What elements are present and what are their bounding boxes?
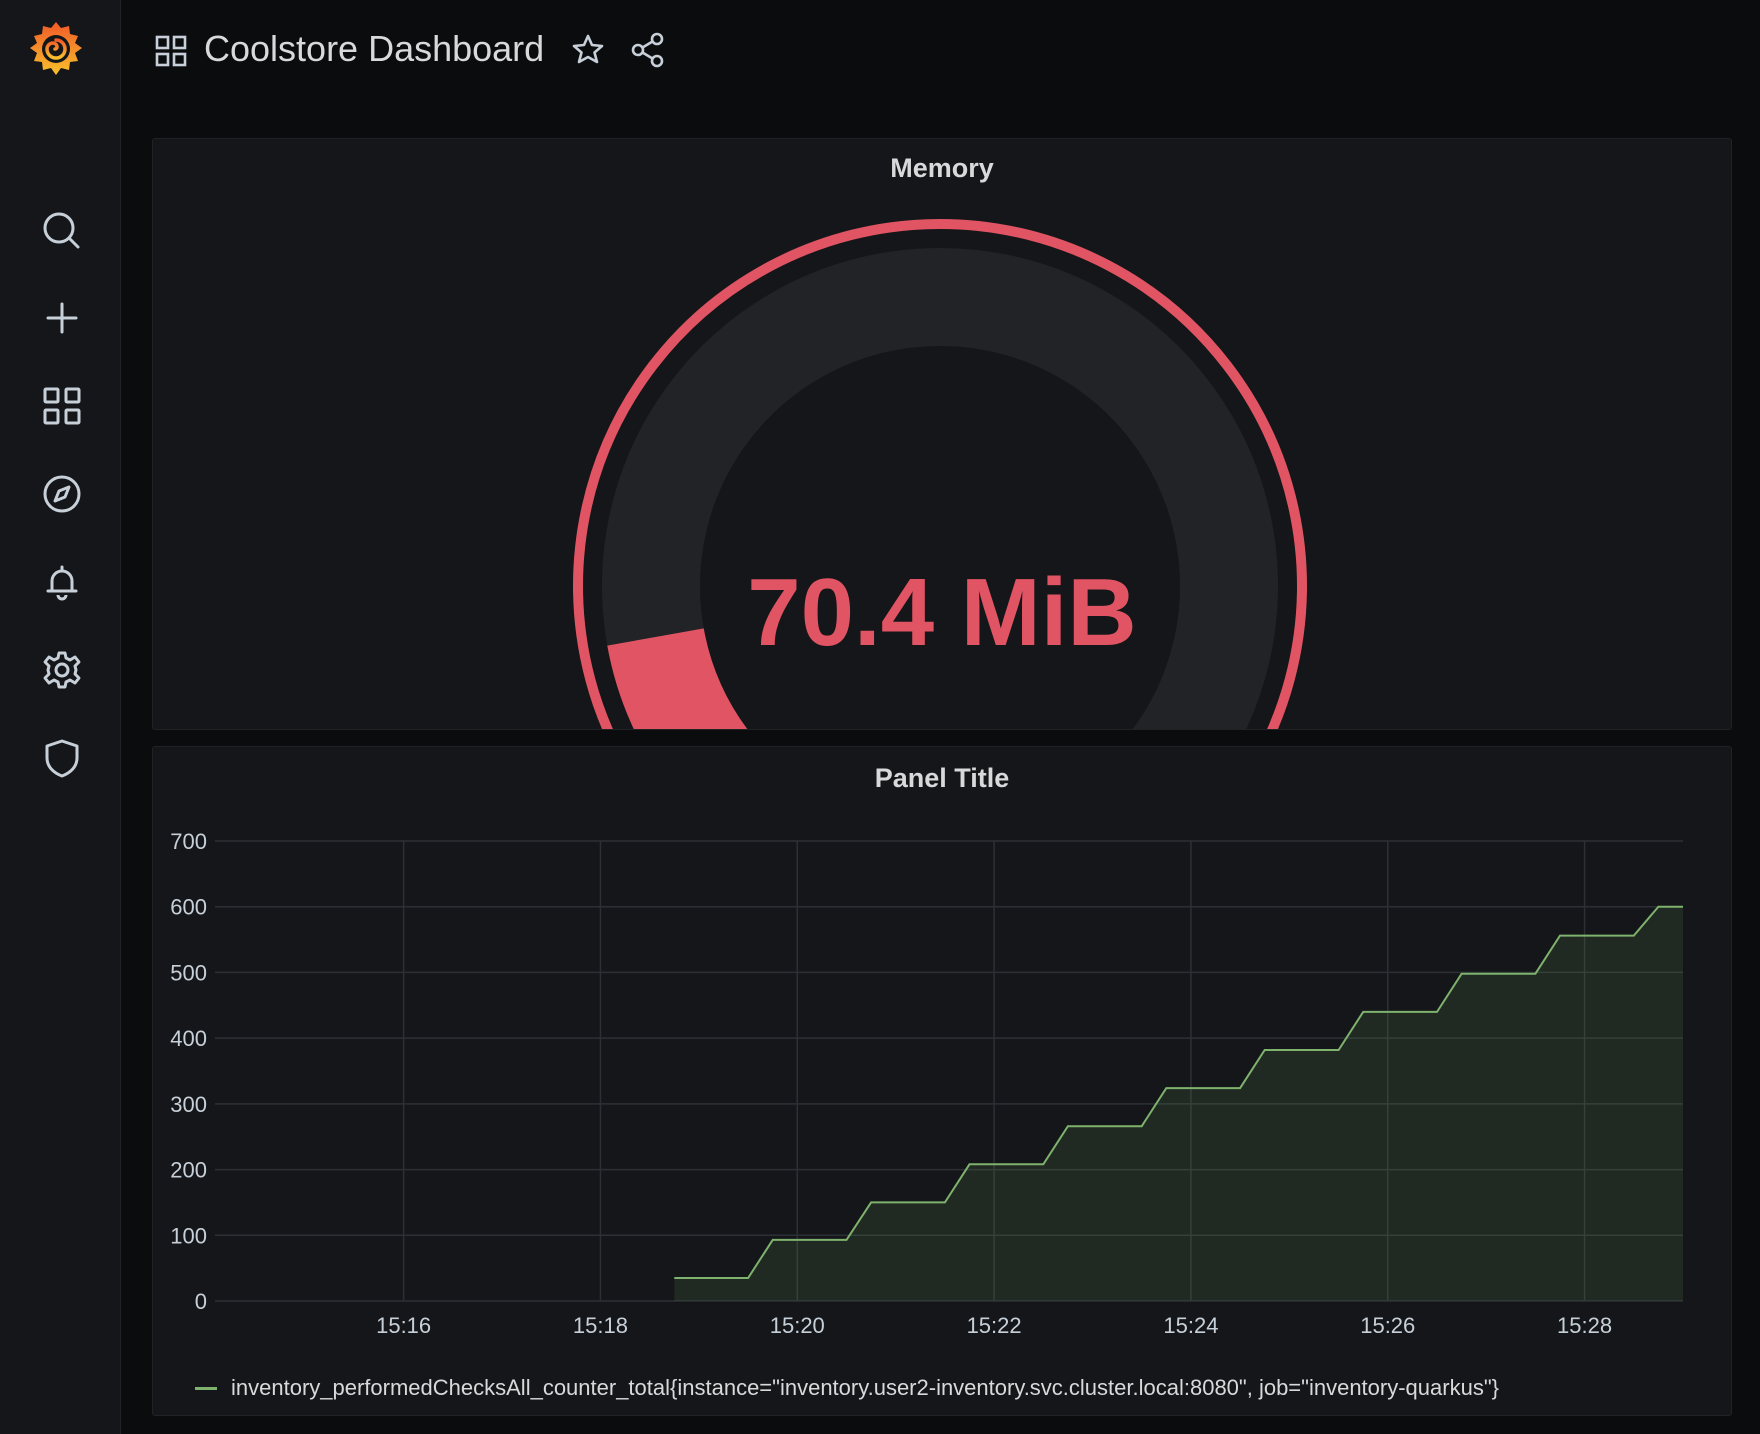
gear-icon[interactable] [36,644,88,696]
y-tick-label: 600 [170,895,207,920]
bell-icon[interactable] [36,556,88,608]
x-tick-label: 15:16 [376,1313,431,1338]
y-tick-label: 200 [170,1158,207,1183]
share-icon[interactable] [628,30,668,70]
graph-panel: Panel Title 0 100 200 300 400 500 600 700 15:16 1… [152,746,1732,1416]
search-icon[interactable] [36,205,88,257]
x-tick-label: 15:22 [967,1313,1022,1338]
star-icon[interactable] [568,30,608,70]
memory-gauge-panel: Memory 70.4 MiB [152,138,1732,730]
x-tick-label: 15:20 [770,1313,825,1338]
gauge-chart: 70.4 MiB [573,218,1307,729]
side-menu [0,0,121,1434]
y-tick-label: 700 [170,829,207,854]
y-tick-label: 0 [195,1289,207,1314]
x-tick-label: 15:24 [1163,1313,1218,1338]
y-tick-label: 100 [170,1223,207,1248]
plus-icon[interactable] [36,292,88,344]
x-tick-label: 15:28 [1557,1313,1612,1338]
y-tick-label: 400 [170,1026,207,1051]
x-tick-label: 15:26 [1360,1313,1415,1338]
dashboard-grid-icon [155,35,187,67]
legend-swatch [195,1386,217,1390]
legend-label: inventory_performedChecksAll_counter_tot… [231,1375,1499,1400]
shield-icon[interactable] [36,732,88,784]
y-tick-label: 300 [170,1092,207,1117]
dashboard-nav: Coolstore Dashboard [120,0,1760,100]
dashboard-title[interactable]: Coolstore Dashboard [204,28,544,70]
compass-icon[interactable] [36,468,88,520]
grafana-logo-icon[interactable] [26,18,86,80]
dashboards-icon[interactable] [36,380,88,432]
time-series-chart: 0 100 200 300 400 500 600 700 15:16 15:18 15:20 15:… [170,829,1684,1338]
gauge-value: 70.4 MiB [747,559,1136,666]
y-tick-label: 500 [170,960,207,985]
x-tick-label: 15:18 [573,1313,628,1338]
legend-item[interactable]: inventory_performedChecksAll_counter_tot… [195,1375,1499,1401]
